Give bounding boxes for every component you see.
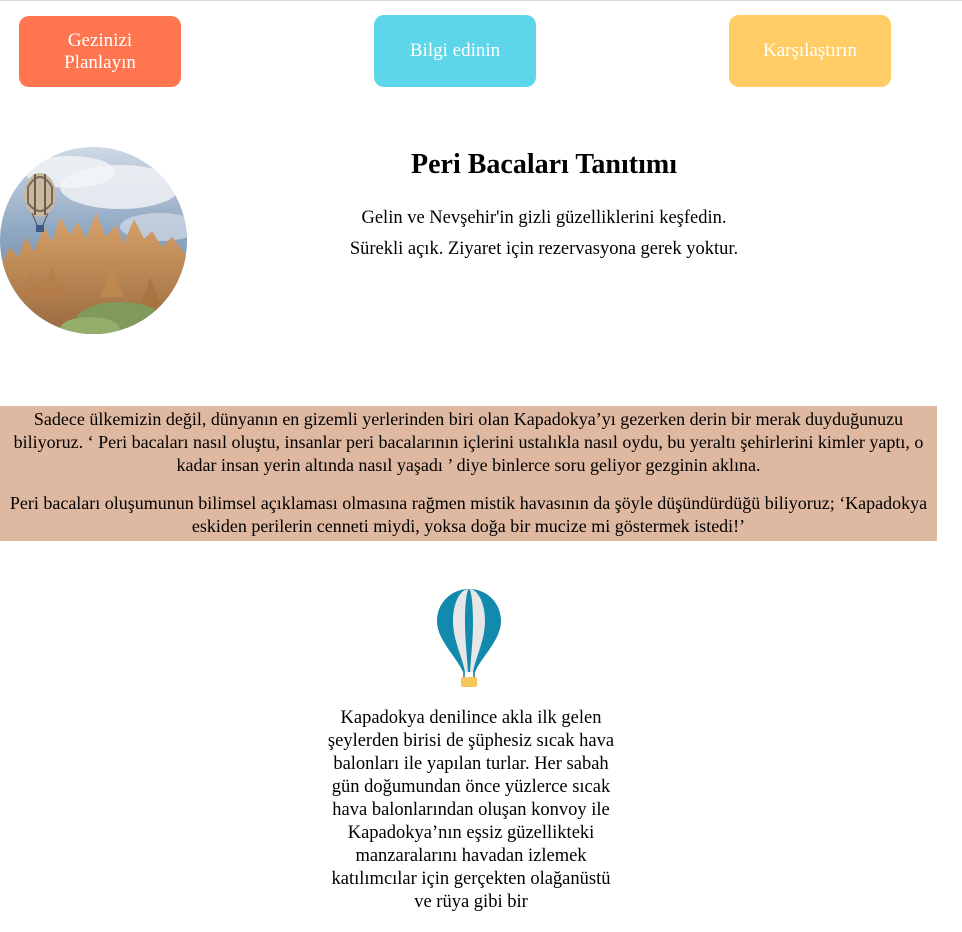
intro-paragraph-1: Sadece ülkemizin değil, dünyanın en gize… xyxy=(13,409,924,475)
intro-section: Sadece ülkemizin değil, dünyanın en gize… xyxy=(0,406,937,541)
top-border xyxy=(0,0,962,1)
get-info-label: Bilgi edinin xyxy=(409,40,501,61)
compare-button[interactable]: Karşılaştırın xyxy=(729,15,891,87)
intro-paragraph-2: Peri bacaları oluşumunun bilimsel açıkla… xyxy=(9,493,928,536)
hero-tagline: Gelin ve Nevşehir'in gizli güzelliklerin… xyxy=(361,208,727,228)
fairy-chimneys-photo xyxy=(0,147,187,334)
hot-air-balloon-icon xyxy=(436,588,502,688)
get-info-button[interactable]: Bilgi edinin xyxy=(374,15,536,87)
compare-label: Karşılaştırın xyxy=(763,40,857,61)
plan-trip-button[interactable]: Gezinizi Planlayın xyxy=(19,16,181,87)
plan-trip-label: Gezinizi Planlayın xyxy=(64,29,136,73)
hero-hours-note: Sürekli açık. Ziyaret için rezervasyona … xyxy=(349,239,739,259)
balloon-tours-text: Kapadokya denilince akla ilk gelen şeyle… xyxy=(327,708,615,912)
page-title: Peri Bacaları Tanıtımı xyxy=(411,149,677,180)
